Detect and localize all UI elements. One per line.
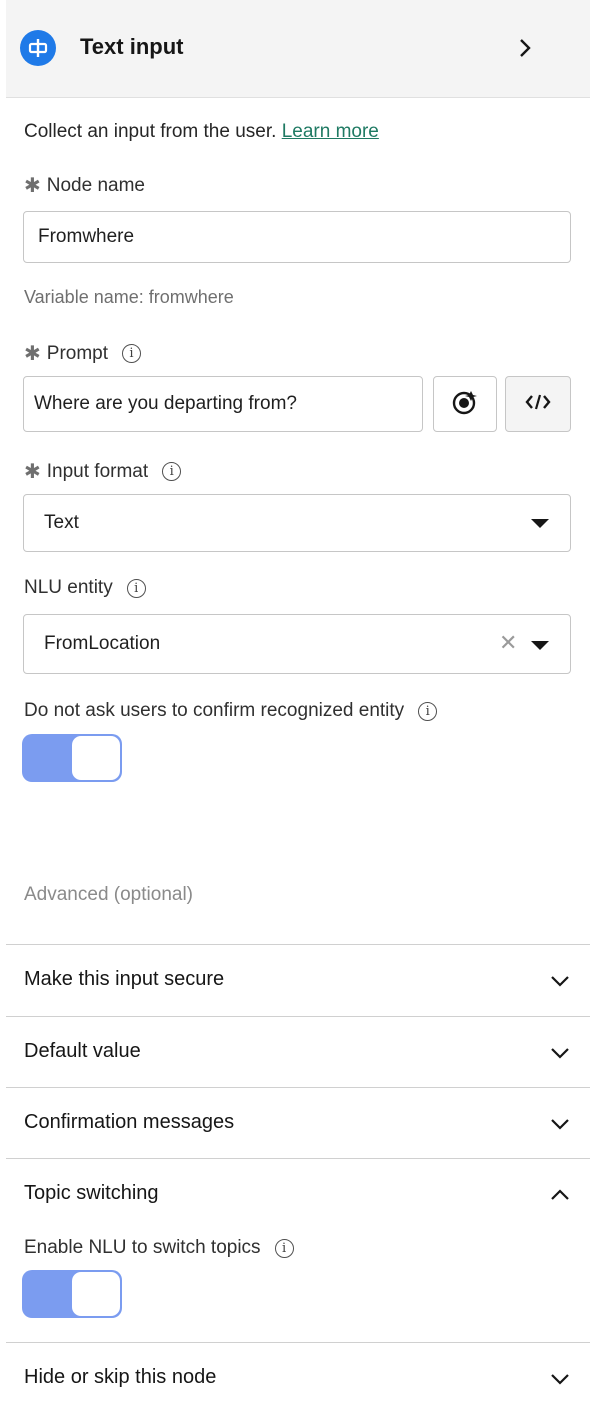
text-input-icon [20,30,56,66]
chevron-down-icon[interactable] [549,1046,571,1060]
info-icon[interactable]: i [122,344,142,363]
divider [6,944,590,945]
accordion-topic-switching[interactable]: Topic switching [24,1182,159,1205]
caret-down-icon [531,641,549,650]
divider [6,1016,590,1017]
accordion-secure[interactable]: Make this input secure [24,968,224,991]
prompt-input[interactable]: Where are you departing from? [23,376,423,432]
topic-switch-toggle[interactable] [22,1270,122,1318]
divider [6,1342,590,1343]
confirm-entity-label: Do not ask users to confirm recognized e… [24,700,438,722]
clear-icon[interactable]: ✕ [499,630,517,656]
node-name-value: Fromwhere [38,226,135,247]
input-format-select[interactable]: Text [23,494,571,552]
nlu-entity-select[interactable]: FromLocation ✕ [23,614,571,674]
ai-assist-button[interactable] [433,376,497,432]
confirm-entity-label-text: Do not ask users to confirm recognized e… [24,700,405,721]
description: Collect an input from the user. Learn mo… [24,121,379,143]
accordion-default-value[interactable]: Default value [24,1040,141,1063]
info-icon[interactable]: i [126,578,146,598]
input-format-value: Text [44,512,79,533]
chevron-up-icon[interactable] [549,1188,571,1202]
required-icon: ✱ [24,175,41,197]
divider [6,1087,590,1088]
code-icon [525,392,551,417]
accordion-hide-skip[interactable]: Hide or skip this node [24,1366,216,1389]
nlu-entity-value: FromLocation [44,633,161,654]
node-name-label: ✱ Node name [24,173,145,198]
variable-name-caption: Variable name: fromwhere [24,287,234,307]
description-text: Collect an input from the user. [24,121,277,142]
chevron-down-icon[interactable] [549,1372,571,1386]
chevron-down-icon[interactable] [549,974,571,988]
prompt-label-text: Prompt [46,342,109,364]
toggle-knob [72,1272,120,1316]
info-icon[interactable]: i [274,1238,294,1258]
topic-switch-label-text: Enable NLU to switch topics [24,1237,261,1258]
code-button[interactable] [505,376,571,432]
info-icon[interactable]: i [418,701,438,721]
caret-down-icon [531,519,549,528]
nlu-entity-label-text: NLU entity [24,577,113,598]
ai-assist-icon [450,388,480,421]
node-name-input[interactable]: Fromwhere [23,211,571,263]
node-name-label-text: Node name [46,174,145,196]
info-icon[interactable]: i [162,462,182,481]
divider [6,1158,590,1159]
accordion-confirmation[interactable]: Confirmation messages [24,1111,234,1134]
input-format-label: ✱ Input format i [24,459,182,484]
chevron-right-icon[interactable] [514,34,536,62]
required-icon: ✱ [24,343,41,365]
input-format-label-text: Input format [46,460,149,482]
confirm-entity-toggle[interactable] [22,734,122,782]
nlu-entity-label: NLU entity i [24,577,146,599]
panel-title: Text input [80,34,184,59]
learn-more-link[interactable]: Learn more [282,121,379,142]
prompt-value: Where are you departing from? [34,393,297,414]
prompt-label: ✱ Prompt i [24,341,142,366]
chevron-down-icon[interactable] [549,1117,571,1131]
panel-header: Text input [6,0,590,98]
toggle-knob [72,736,120,780]
advanced-heading: Advanced (optional) [24,884,193,905]
topic-switch-label: Enable NLU to switch topics i [24,1237,294,1259]
required-icon: ✱ [24,461,41,483]
